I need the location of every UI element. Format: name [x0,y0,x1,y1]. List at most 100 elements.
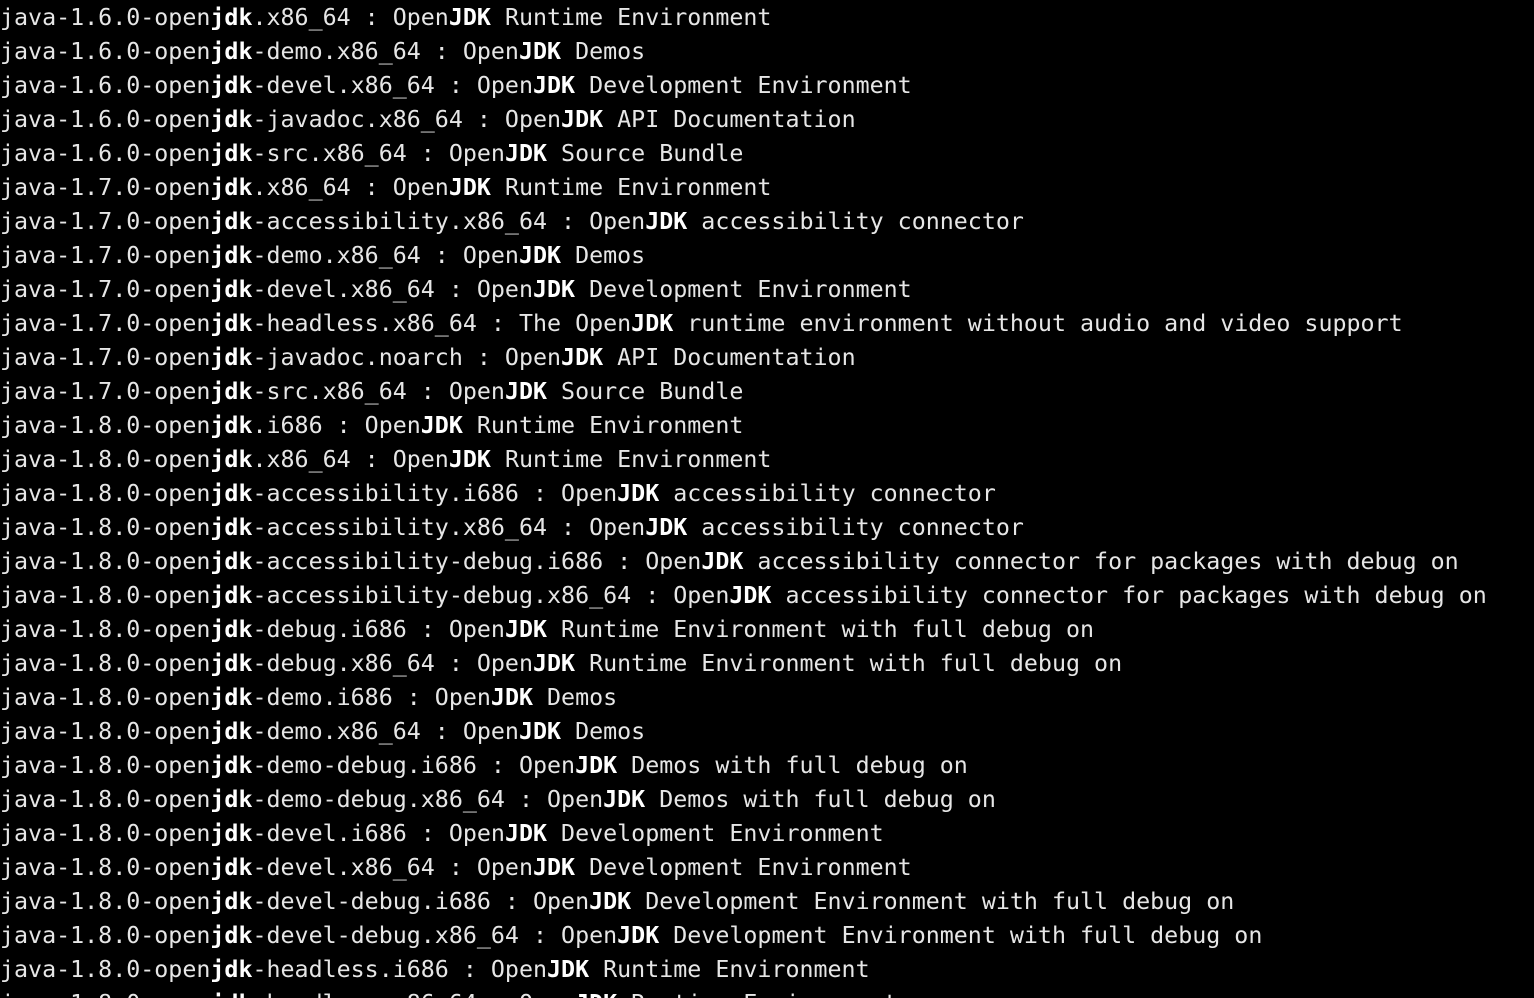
description-match: JDK [575,752,618,779]
package-name-match: jdk [210,72,253,99]
package-name-prefix: java-1.8.0-open [0,820,211,847]
package-name-prefix: java-1.8.0-open [0,990,210,998]
package-name-prefix: java-1.6.0-open [0,106,211,133]
description-text: Source Bundle [547,378,744,405]
package-name-match: jdk [210,344,253,371]
terminal-line: java-1.8.0-openjdk-devel.x86_64 : OpenJD… [0,851,1534,885]
terminal-line: java-1.7.0-openjdk-demo.x86_64 : OpenJDK… [0,239,1534,273]
description-match: JDK [504,820,548,847]
package-name-match: jdk [210,718,253,745]
package-name-prefix: java-1.7.0-open [0,378,211,405]
description-match: JDK [448,174,491,201]
package-name-suffix: -accessibility.x86_64 : Open [252,514,646,541]
terminal-line: java-1.6.0-openjdk-devel.x86_64 : OpenJD… [0,69,1534,103]
package-name-prefix: java-1.6.0-open [0,72,211,99]
description-match: JDK [603,786,646,813]
package-name-match: jdk [210,310,253,337]
package-name-match: jdk [210,956,253,983]
description-match: JDK [561,106,604,133]
package-name-match: jdk [210,446,253,473]
description-text: Runtime Environment with full debug on [547,616,1095,643]
description-match: JDK [645,208,688,235]
description-match: JDK [589,888,632,915]
package-name-match: jdk [210,480,253,507]
package-name-match: jdk [210,854,253,881]
description-match: JDK [533,276,576,303]
package-name-suffix: -debug.x86_64 : Open [252,650,533,677]
description-text: Runtime Environment [462,412,744,439]
terminal-line: java-1.7.0-openjdk-devel.x86_64 : OpenJD… [0,273,1534,307]
description-match: JDK [533,650,576,677]
package-name-prefix: java-1.7.0-open [0,276,211,303]
package-name-suffix: -src.x86_64 : Open [252,378,505,405]
package-name-suffix: .x86_64 : Open [252,446,449,473]
package-name-prefix: java-1.8.0-open [0,412,211,439]
terminal-line: java-1.8.0-openjdk-demo-debug.i686 : Ope… [0,749,1534,783]
description-text: Runtime Environment [490,174,772,201]
package-name-prefix: java-1.6.0-open [0,4,211,31]
description-text: accessibility connector [687,208,1024,235]
package-name-match: jdk [210,242,253,269]
package-name-suffix: -accessibility.x86_64 : Open [252,208,646,235]
terminal-line: java-1.8.0-openjdk-debug.x86_64 : OpenJD… [0,647,1534,681]
description-text: Development Environment [575,276,912,303]
terminal-line: java-1.8.0-openjdk-devel-debug.i686 : Op… [0,885,1534,919]
terminal-line: java-1.8.0-openjdk-devel-debug.x86_64 : … [0,919,1534,953]
description-text: Development Environment with full debug … [659,922,1263,949]
package-name-match: jdk [210,752,253,779]
description-match: JDK [617,922,660,949]
description-match: JDK [701,548,744,575]
package-name-suffix: -javadoc.x86_64 : Open [252,106,562,133]
terminal-line: java-1.6.0-openjdk-javadoc.x86_64 : Open… [0,103,1534,137]
package-name-match: jdk [210,990,252,998]
terminal-line: java-1.8.0-openjdk-accessibility.i686 : … [0,477,1534,511]
description-text: Source Bundle [547,140,744,167]
description-text: Runtime Environment [617,990,898,998]
terminal-line: java-1.8.0-openjdk-accessibility.x86_64 … [0,511,1534,545]
terminal-line: java-1.8.0-openjdk-debug.i686 : OpenJDK … [0,613,1534,647]
description-text: Demos [561,38,646,65]
terminal-line: java-1.8.0-openjdk-demo-debug.x86_64 : O… [0,783,1534,817]
description-text: Runtime Environment [589,956,870,983]
package-name-match: jdk [210,174,253,201]
package-name-match: jdk [210,208,253,235]
package-name-suffix: -headless.i686 : Open [252,956,548,983]
description-text: runtime environment without audio and vi… [673,310,1403,337]
package-name-suffix: -accessibility.i686 : Open [252,480,618,507]
terminal-line: java-1.8.0-openjdk-accessibility-debug.x… [0,579,1534,613]
description-text: Runtime Environment with full debug on [575,650,1123,677]
terminal-line: java-1.8.0-openjdk-headless.i686 : OpenJ… [0,953,1534,987]
package-name-prefix: java-1.6.0-open [0,140,211,167]
package-name-match: jdk [210,412,253,439]
package-name-suffix: -demo.x86_64 : Open [252,38,519,65]
package-name-match: jdk [210,888,253,915]
package-name-suffix: .x86_64 : Open [252,4,449,31]
terminal-line: java-1.6.0-openjdk-demo.x86_64 : OpenJDK… [0,35,1534,69]
package-name-match: jdk [210,38,253,65]
description-match: JDK [504,140,548,167]
description-text: accessibility connector for packages wit… [743,548,1459,575]
description-match: JDK [504,616,548,643]
package-name-suffix: -demo-debug.i686 : Open [252,752,576,779]
terminal-line: java-1.8.0-openjdk-demo.i686 : OpenJDK D… [0,681,1534,715]
package-name-match: jdk [210,548,253,575]
package-name-prefix: java-1.7.0-open [0,344,211,371]
package-name-suffix: -headless.x86_64 : The Open [252,310,632,337]
description-match: JDK [518,38,562,65]
package-name-suffix: .i686 : Open [252,412,421,439]
terminal-line: java-1.7.0-openjdk-accessibility.x86_64 … [0,205,1534,239]
package-name-suffix: -devel.i686 : Open [252,820,505,847]
package-name-suffix: -devel-debug.x86_64 : Open [252,922,618,949]
description-match: JDK [547,956,590,983]
package-name-prefix: java-1.7.0-open [0,242,211,269]
terminal-window[interactable]: java-1.6.0-openjdk.x86_64 : OpenJDK Runt… [0,0,1534,998]
description-text: API Documentation [603,344,856,371]
description-match: JDK [575,990,617,998]
package-name-suffix: -demo-debug.x86_64 : Open [252,786,604,813]
package-name-match: jdk [210,616,253,643]
package-name-prefix: java-1.8.0-open [0,718,211,745]
package-name-prefix: java-1.8.0-open [0,548,211,575]
terminal-line: java-1.7.0-openjdk-headless.x86_64 : The… [0,307,1534,341]
package-name-prefix: java-1.8.0-open [0,888,211,915]
terminal-line: java-1.7.0-openjdk-javadoc.noarch : Open… [0,341,1534,375]
